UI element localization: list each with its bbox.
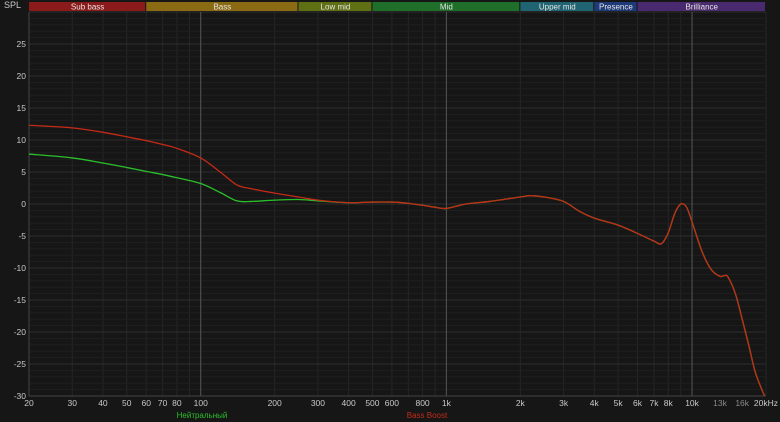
x-tick-label: 20kHz — [754, 398, 778, 408]
x-tick-label: 100 — [194, 398, 208, 408]
band-label: Presence — [599, 3, 633, 12]
x-tick-label: 7k — [650, 398, 660, 408]
x-tick-label: 5k — [614, 398, 624, 408]
y-tick-label: -25 — [14, 359, 27, 369]
x-tick-label: 200 — [268, 398, 282, 408]
band-label: Low mid — [321, 3, 351, 12]
y-tick-label: -15 — [14, 295, 27, 305]
grid-lines — [28, 11, 767, 397]
y-tick-label: 25 — [17, 39, 27, 49]
x-tick-label: 2k — [516, 398, 526, 408]
y-tick-label: 20 — [17, 71, 27, 81]
x-tick-label: 8k — [664, 398, 674, 408]
y-tick-label: -5 — [18, 231, 26, 241]
legend-entry: Bass Boost — [407, 411, 448, 420]
legend-entry: Нейтральный — [177, 411, 228, 420]
y-tick-label: 15 — [17, 103, 27, 113]
x-tick-label: 300 — [311, 398, 325, 408]
y-tick-label: 10 — [17, 135, 27, 145]
y-tick-label: 0 — [21, 199, 26, 209]
band-label: Sub bass — [71, 3, 104, 12]
band-label: Bass — [213, 3, 231, 12]
y-tick-label: 5 — [21, 167, 26, 177]
x-tick-label: 600 — [385, 398, 399, 408]
x-tick-label: 16k — [735, 398, 749, 408]
x-tick-label: 50 — [122, 398, 132, 408]
x-tick-label: 60 — [141, 398, 151, 408]
x-tick-label: 10k — [685, 398, 699, 408]
y-tick-label: -20 — [14, 327, 27, 337]
x-tick-label: 800 — [415, 398, 429, 408]
x-tick-label: 70 — [158, 398, 168, 408]
frequency-bands: Sub bass Bass Low mid Mid Upper mid Presence B… — [29, 2, 765, 12]
x-tick-label: 400 — [342, 398, 356, 408]
x-tick-label: 500 — [365, 398, 379, 408]
band-label: Upper mid — [539, 3, 576, 12]
y-axis-label: SPL — [4, 0, 21, 10]
y-tick-label: -10 — [14, 263, 27, 273]
x-tick-label: 80 — [172, 398, 182, 408]
x-tick-label: 30 — [68, 398, 78, 408]
band-label: Mid — [440, 3, 453, 12]
band-label: Brilliance — [686, 3, 719, 12]
x-tick-label: 3k — [559, 398, 569, 408]
x-tick-label: 6k — [633, 398, 643, 408]
x-tick-label: 13k — [713, 398, 727, 408]
x-tick-label: 40 — [98, 398, 108, 408]
x-tick-label: 4k — [590, 398, 600, 408]
frequency-response-chart: Sub bass Bass Low mid Mid Upper mid Presence B… — [0, 0, 780, 422]
x-tick-label: 20 — [24, 398, 34, 408]
x-tick-label: 1k — [442, 398, 452, 408]
